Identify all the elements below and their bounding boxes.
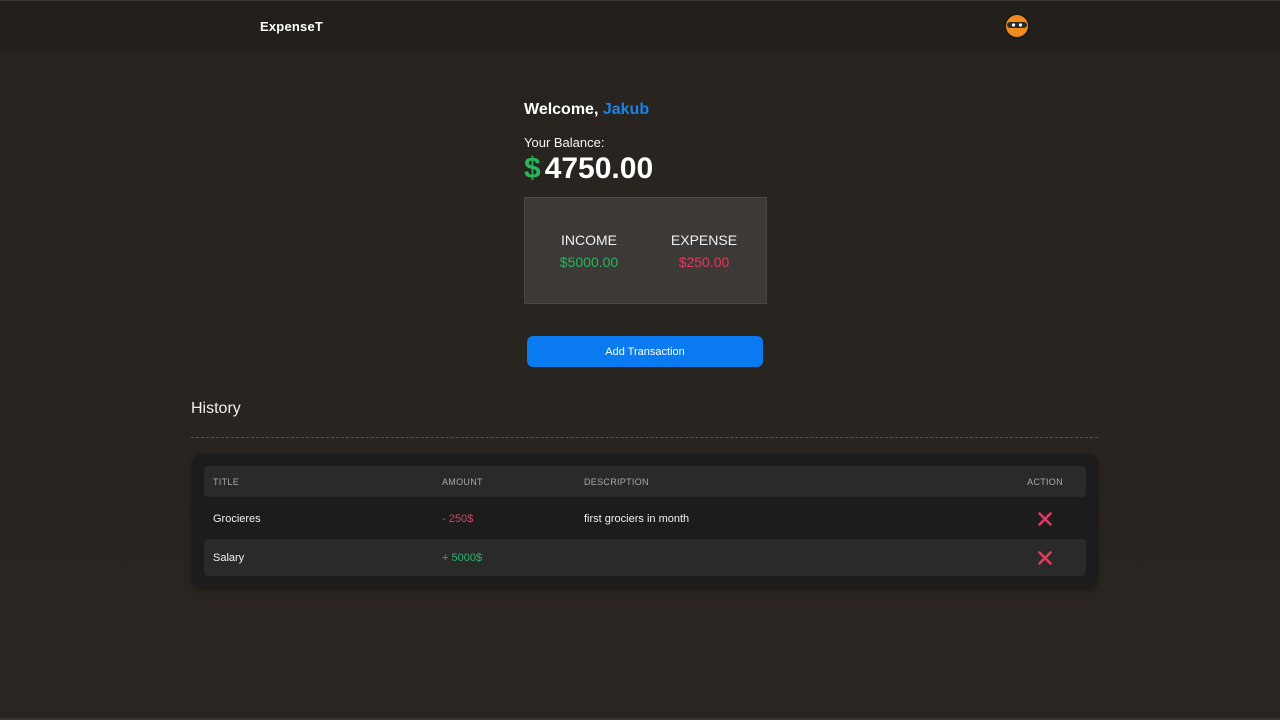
app-window: ExpenseT Welcome, Jakub Your Balance: $4…	[0, 0, 1280, 720]
income-label: INCOME	[561, 232, 617, 248]
table-row: Salary + 5000$	[204, 539, 1086, 576]
welcome-prefix: Welcome,	[524, 101, 603, 118]
add-transaction-button[interactable]: Add Transaction	[527, 336, 763, 367]
row-amount: + 5000$	[442, 551, 483, 564]
row-title: Salary	[213, 551, 245, 564]
history-table: TITLE AMOUNT DESCRIPTION ACTION Grociere…	[192, 454, 1098, 588]
income-value: $5000.00	[559, 254, 619, 270]
welcome-heading: Welcome, Jakub	[524, 99, 767, 121]
expense-value: $250.00	[678, 254, 730, 270]
column-header-title: TITLE	[213, 476, 240, 487]
balance-amount: $4750.00	[524, 151, 767, 187]
expense-label: EXPENSE	[670, 232, 738, 248]
balance-panel: Welcome, Jakub Your Balance: $4750.00 IN…	[524, 99, 767, 304]
delete-button[interactable]	[1019, 501, 1071, 537]
delete-button[interactable]	[1019, 539, 1071, 576]
income-expense-card: INCOME $5000.00 EXPENSE $250.00	[524, 197, 767, 304]
table-header-row: TITLE AMOUNT DESCRIPTION ACTION	[204, 466, 1086, 497]
history-divider	[191, 437, 1098, 438]
brand-logo[interactable]: ExpenseT	[260, 19, 323, 34]
row-description: first grociers in month	[584, 513, 690, 525]
ninja-avatar-icon[interactable]	[1004, 13, 1030, 39]
balance-value: 4750.00	[544, 152, 654, 185]
row-amount: - 250$	[442, 513, 474, 525]
column-header-description: DESCRIPTION	[584, 476, 649, 487]
user-name: Jakub	[602, 101, 650, 118]
navbar: ExpenseT	[0, 1, 1280, 53]
column-header-action: ACTION	[1027, 476, 1063, 487]
currency-symbol: $	[524, 152, 541, 185]
row-title: Grocieres	[213, 513, 261, 525]
close-icon[interactable]	[1037, 511, 1053, 527]
column-header-amount: AMOUNT	[442, 476, 483, 487]
close-icon[interactable]	[1037, 550, 1053, 566]
balance-label: Your Balance:	[524, 135, 605, 150]
history-title: History	[191, 400, 241, 417]
income-summary: INCOME $5000.00	[534, 231, 644, 271]
expense-summary: EXPENSE $250.00	[649, 231, 759, 271]
table-row: Grocieres - 250$ first grociers in month	[204, 501, 1086, 537]
